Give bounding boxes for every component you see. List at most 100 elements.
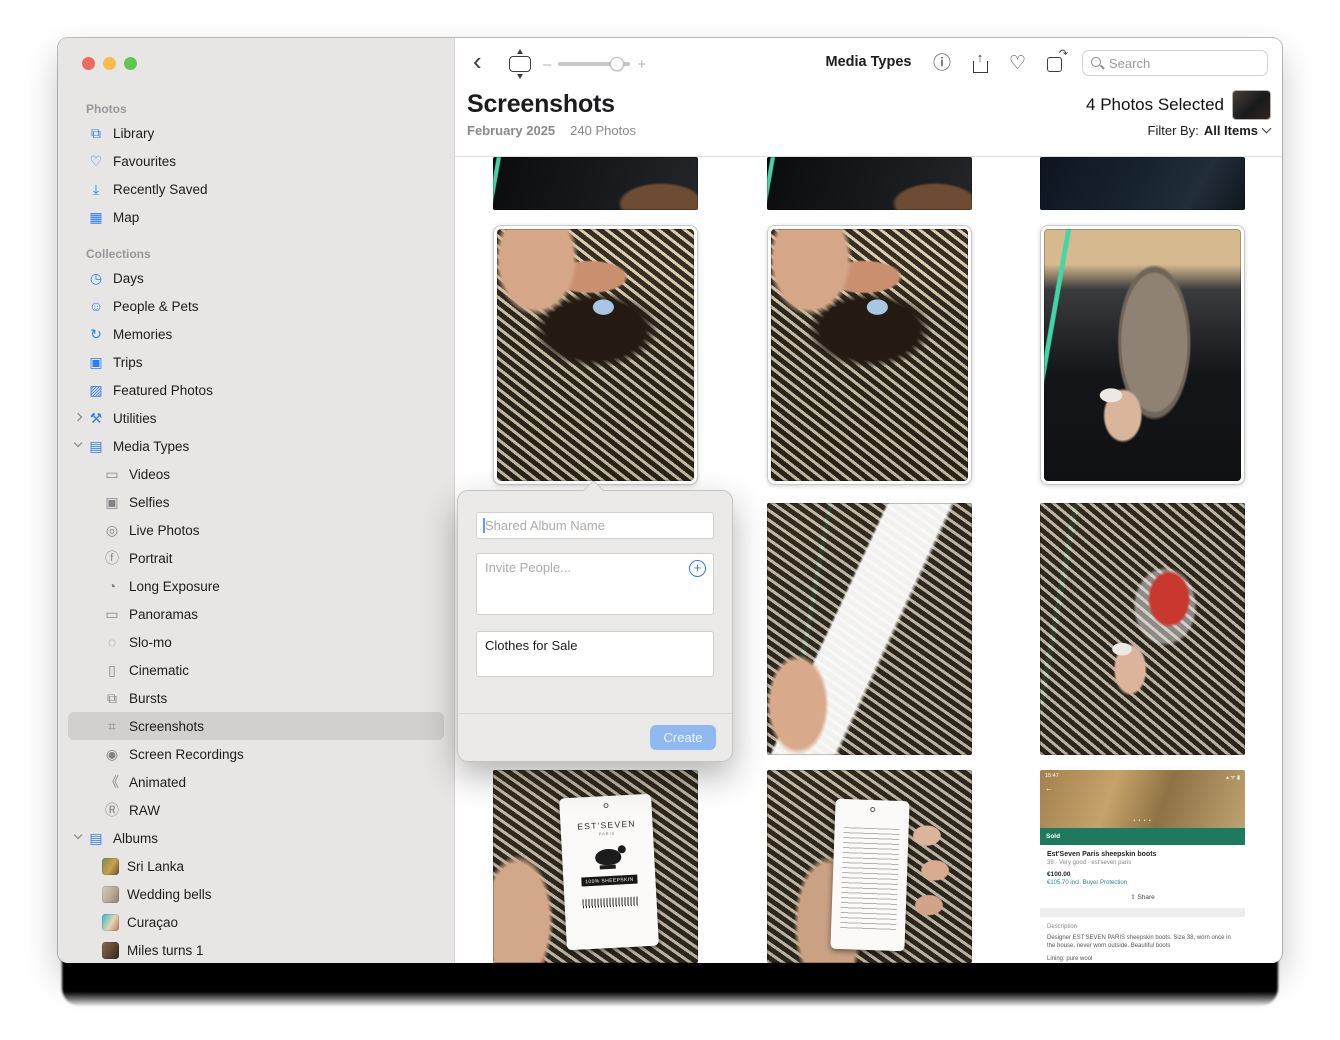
sidebar-item-live-photos[interactable]: ◎ Live Photos [68,516,444,544]
video-icon: ▭ [102,467,122,481]
sidebar-item-label: Media Types [113,439,189,454]
listing-separator [1040,908,1245,917]
photo-thumbnail[interactable] [767,770,972,963]
sidebar-item-label: Panoramas [129,607,198,622]
sidebar-item-portrait[interactable]: ⓕPortrait [68,544,444,572]
listing-title: Est'Seven Paris sheepskin boots [1047,851,1238,858]
sidebar-section-header-photos: Photos [86,102,454,116]
popover-footer: Create [458,713,732,761]
photo-dark-strip-blue [1040,157,1245,210]
comment-field[interactable]: Clothes for Sale [476,631,714,677]
sidebar-item-favourites[interactable]: ♡Favourites [68,147,444,175]
sidebar-item-cura-ao[interactable]: Curaçao [68,908,444,936]
listing-lining: Lining: pure wool [1047,956,1238,962]
minimize-window-button[interactable] [103,57,116,70]
sidebar-item-panoramas[interactable]: ▭Panoramas [68,600,444,628]
photo-thumbnail-selected[interactable] [767,225,972,485]
sidebar-item-miles-turns-1[interactable]: Miles turns 1 [68,936,444,963]
album-thumbnail [102,914,119,931]
photo-thumbnail-selected[interactable] [1040,225,1245,485]
sidebar-item-raw[interactable]: ⓇRAW [68,796,444,824]
tag-hole [603,803,608,808]
album-name-field[interactable] [476,512,714,539]
sidebar-item-utilities[interactable]: ⚒Utilities [68,404,444,432]
media-types-icon: ▤ [86,439,106,453]
sidebar-item-screenshots[interactable]: ⌗Screenshots [68,712,444,740]
sidebar-item-label: Utilities [113,411,157,426]
marketplace-listing-screenshot: 15:47 ▴ ᯤ ▮ ← • • • • Sold Est'Seven Par… [1040,770,1245,963]
photo-thumbnail[interactable] [767,503,972,755]
add-person-icon[interactable]: + [689,560,706,577]
listing-price: €100.00 [1047,871,1238,878]
zoom-window-button[interactable] [124,57,137,70]
sidebar-item-selfies[interactable]: ▣Selfies [68,488,444,516]
photo-thumbnail[interactable] [493,157,698,210]
window-shadow [62,958,1278,1006]
sidebar-item-label: Animated [129,775,186,790]
sidebar-item-library[interactable]: ⧉Library [68,119,444,147]
window-controls [82,57,137,70]
listing-back-arrow: ← [1045,784,1053,793]
sidebar-item-map[interactable]: ▦Map [68,203,444,231]
sidebar-item-days[interactable]: ◷Days [68,264,444,292]
new-shared-album-popover: + Clothes for Sale Create [457,490,733,762]
bursts-icon: ⧉ [102,691,122,705]
sidebar-item-featured-photos[interactable]: ▨Featured Photos [68,376,444,404]
sidebar-item-memories[interactable]: ↻Memories [68,320,444,348]
photo-red-laces [1040,503,1245,755]
comment-input[interactable]: Clothes for Sale [477,632,713,676]
sidebar-item-label: Featured Photos [113,383,213,398]
chevron-right-icon[interactable] [74,413,82,421]
cinematic-icon: ▯ [102,663,122,677]
chevron-down-icon[interactable] [74,831,82,839]
sidebar-item-long-exposure[interactable]: ◔Long Exposure [68,572,444,600]
photo-thumbnail[interactable]: 15:47 ▴ ᯤ ▮ ← • • • • Sold Est'Seven Par… [1040,770,1245,963]
photo-tag-pull [767,503,972,755]
sidebar-item-label: Live Photos [129,523,200,538]
sidebar-item-label: Curaçao [127,915,178,930]
sidebar-item-albums[interactable]: ▤Albums [68,824,444,852]
portrait-icon: ⓕ [102,551,122,565]
sidebar-item-media-types[interactable]: ▤ Media Types [68,432,444,460]
sidebar-item-wedding-bells[interactable]: Wedding bells [68,880,444,908]
sidebar-item-slo-mo[interactable]: ◌Slo-mo [68,628,444,656]
photo-dark-strip [493,157,698,210]
sidebar-item-trips[interactable]: ▣Trips [68,348,444,376]
sidebar-item-videos[interactable]: ▭Videos [68,460,444,488]
sidebar-list: Photos ⧉Library♡Favourites ⤓ Recently Saved… [58,86,454,963]
selfie-icon: ▣ [102,495,122,509]
people-icon: ☺ [86,299,106,313]
photo-thumbnail[interactable]: EST'SEVEN PARIS 100% SHEEPSKIN [493,770,698,963]
invite-people-input[interactable] [477,554,666,580]
product-tag-back [830,799,909,951]
photos-app-window: Photos ⧉Library♡Favourites ⤓ Recently Saved… [58,38,1282,963]
download-icon: ⤓ [86,182,106,196]
photo-boot-fur [497,229,694,481]
sidebar-item-label: Favourites [113,154,176,169]
sidebar-item-people-pets[interactable]: ☺People & Pets [68,292,444,320]
album-name-input[interactable] [476,512,714,539]
sidebar-item-label: Bursts [129,691,167,706]
chevron-down-icon[interactable] [74,439,82,447]
photo-thumbnail[interactable] [1040,157,1245,210]
live-photo-icon: ◎ [102,523,122,537]
close-window-button[interactable] [82,57,95,70]
photo-thumbnail[interactable] [1040,503,1245,755]
sidebar-item-screen-recordings[interactable]: ◉Screen Recordings [68,740,444,768]
photo-dark-strip [767,157,972,210]
memories-icon: ↻ [86,327,106,341]
sidebar-item-sri-lanka[interactable]: Sri Lanka [68,852,444,880]
photo-tag-front: EST'SEVEN PARIS 100% SHEEPSKIN [493,770,698,963]
create-button[interactable]: Create [650,725,716,750]
sidebar-item-label: Wedding bells [127,887,212,902]
sidebar-item-bursts[interactable]: ⧉ Bursts [68,684,444,712]
invite-people-field[interactable]: + [476,553,714,615]
photo-thumbnail[interactable] [767,157,972,210]
slomo-icon: ◌ [102,635,122,649]
sidebar-item-label: Recently Saved [113,182,208,197]
sidebar-item-animated[interactable]: 《Animated [68,768,444,796]
sidebar-item-recently-saved[interactable]: ⤓ Recently Saved [68,175,444,203]
listing-pagination-dots: • • • • [1133,818,1151,824]
sidebar-item-cinematic[interactable]: ▯Cinematic [68,656,444,684]
photo-thumbnail-selected[interactable] [493,225,698,485]
